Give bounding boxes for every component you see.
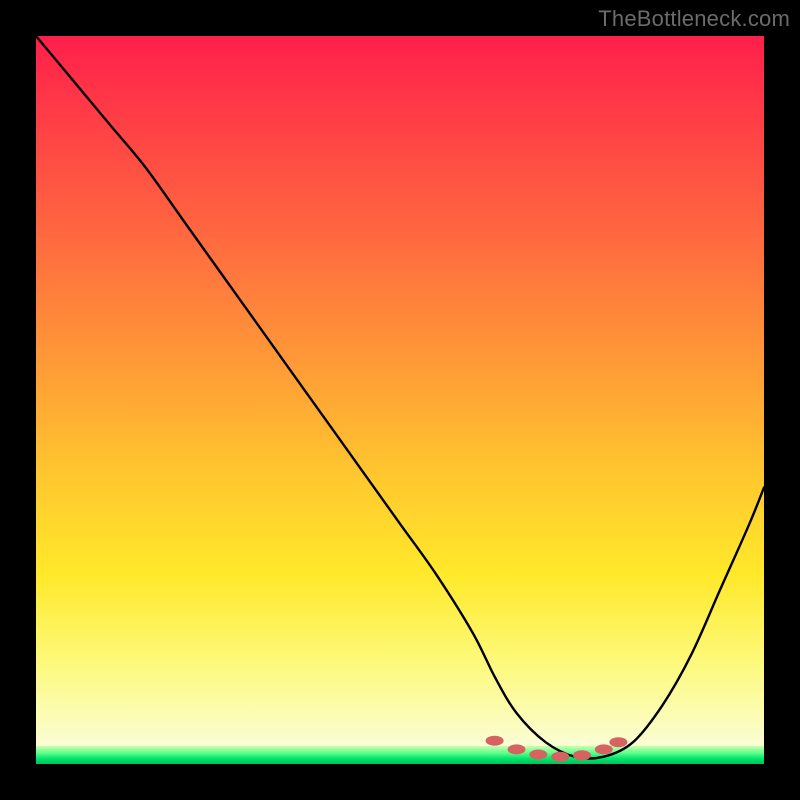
- marker-dot: [573, 750, 591, 760]
- marker-dot: [486, 736, 504, 746]
- plot-area: [36, 36, 764, 764]
- marker-dot: [551, 752, 569, 762]
- marker-dot: [595, 744, 613, 754]
- marker-dot: [508, 744, 526, 754]
- chart-frame: TheBottleneck.com: [0, 0, 800, 800]
- marker-dot: [609, 737, 627, 747]
- bottleneck-curve-svg: [36, 36, 764, 764]
- watermark-text: TheBottleneck.com: [598, 6, 790, 32]
- marker-dot: [529, 750, 547, 760]
- bottleneck-curve-line: [36, 36, 764, 759]
